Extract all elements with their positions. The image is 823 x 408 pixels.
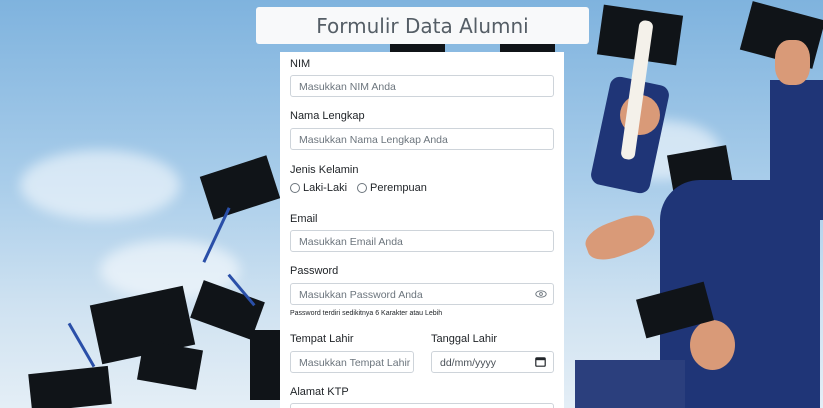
calendar-icon[interactable]: [535, 356, 546, 367]
alumni-form: NIM Masukkan NIM Anda Nama Lengkap Masuk…: [280, 52, 564, 408]
password-hint: Password terdiri sedikitnya 6 Karakter a…: [290, 310, 443, 317]
radio-circle[interactable]: [357, 183, 368, 193]
radio-circle[interactable]: [290, 183, 300, 193]
email-input[interactable]: Masukkan Email Anda: [290, 230, 554, 252]
radio-perempuan[interactable]: Perempuan: [357, 182, 427, 194]
gender-radio-group: Laki-Laki Perempuan: [290, 182, 437, 194]
radio-laki-laki-label: Laki-Laki: [303, 182, 348, 194]
password-label: Password: [290, 265, 339, 277]
alamat-ktp-label: Alamat KTP: [290, 386, 349, 398]
form-title-bar: Formulir Data Alumni: [256, 7, 589, 44]
email-label: Email: [290, 213, 318, 225]
radio-laki-laki[interactable]: Laki-Laki: [290, 182, 347, 194]
toggle-password-button[interactable]: [529, 283, 554, 305]
tempat-lahir-label: Tempat Lahir: [290, 333, 354, 345]
tanggal-lahir-input[interactable]: dd/mm/yyyy: [431, 351, 554, 373]
nim-label: NIM: [290, 58, 311, 70]
page-title: Formulir Data Alumni: [316, 13, 529, 38]
date-placeholder: dd/mm/yyyy: [440, 357, 497, 369]
tanggal-lahir-label: Tanggal Lahir: [431, 333, 498, 345]
tempat-lahir-input[interactable]: Masukkan Tempat Lahir: [290, 351, 414, 373]
nama-lengkap-label: Nama Lengkap: [290, 110, 365, 122]
jenis-kelamin-label: Jenis Kelamin: [290, 164, 359, 176]
nama-lengkap-input[interactable]: Masukkan Nama Lengkap Anda: [290, 128, 554, 150]
radio-perempuan-label: Perempuan: [370, 182, 427, 194]
password-input[interactable]: Masukkan Password Anda: [290, 283, 530, 305]
alamat-ktp-input[interactable]: [290, 403, 554, 408]
eye-icon: [535, 290, 547, 298]
nim-input[interactable]: Masukkan NIM Anda: [290, 75, 554, 97]
